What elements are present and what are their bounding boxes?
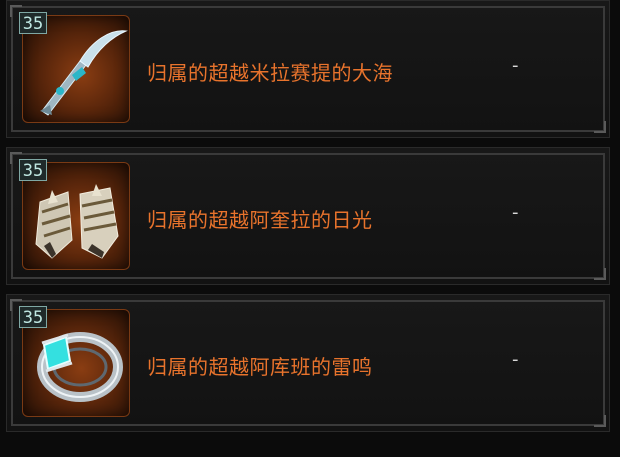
level-badge: 35	[19, 306, 47, 328]
level-badge: 35	[19, 12, 47, 34]
item-row[interactable]: 35 归属的超越阿库班的雷鸣 -	[6, 294, 610, 432]
item-value: -	[512, 55, 519, 76]
item-value: -	[512, 202, 519, 223]
item-value: -	[512, 349, 519, 370]
item-name: 归属的超越阿库班的雷鸣	[147, 355, 373, 379]
level-badge: 35	[19, 159, 47, 181]
item-row[interactable]: 35 归属的超越阿奎拉的日光 -	[6, 147, 610, 285]
item-name: 归属的超越阿奎拉的日光	[147, 208, 373, 232]
item-row[interactable]: 35 归属的超越米拉赛提的大海 -	[6, 0, 610, 138]
item-name: 归属的超越米拉赛提的大海	[147, 61, 393, 85]
